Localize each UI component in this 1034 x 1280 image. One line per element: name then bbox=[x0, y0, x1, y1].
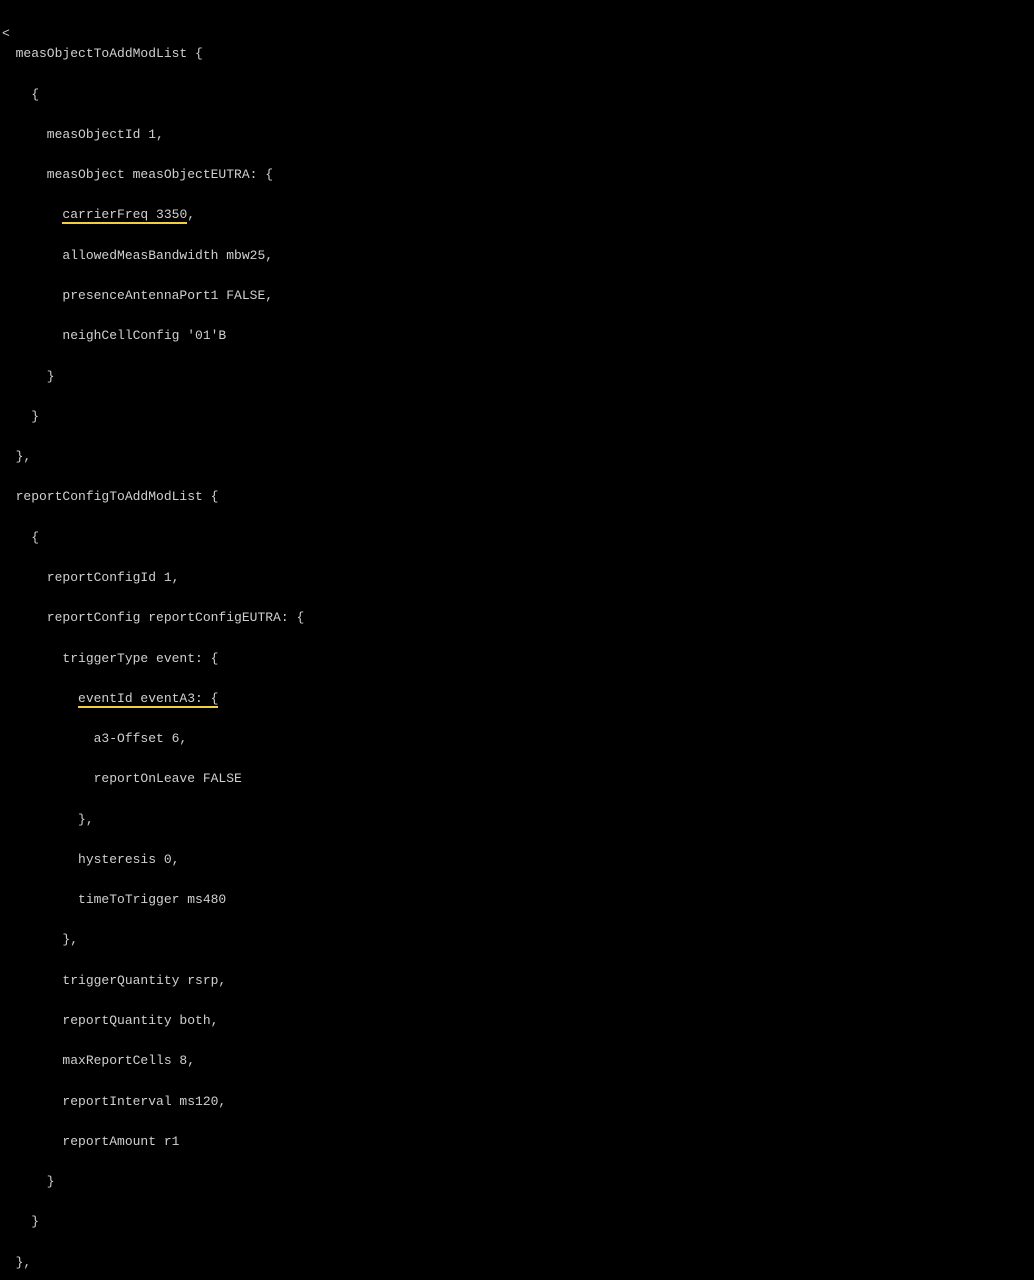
code-line: neighCellConfig '01'B bbox=[0, 326, 1034, 346]
code-line: } bbox=[0, 367, 1034, 387]
indent bbox=[0, 207, 62, 222]
code-line: triggerType event: { bbox=[0, 649, 1034, 669]
code-block: < measObjectToAddModList { { measObjectI… bbox=[0, 0, 1034, 1280]
code-line: presenceAntennaPort1 FALSE, bbox=[0, 286, 1034, 306]
code-line: measObjectId 1, bbox=[0, 125, 1034, 145]
code-line: { bbox=[0, 85, 1034, 105]
code-line: reportConfigToAddModList { bbox=[0, 487, 1034, 507]
code-line: reportQuantity both, bbox=[0, 1011, 1034, 1031]
code-line: measObject measObjectEUTRA: { bbox=[0, 165, 1034, 185]
code-line: reportOnLeave FALSE bbox=[0, 769, 1034, 789]
code-line: reportInterval ms120, bbox=[0, 1092, 1034, 1112]
code-line: triggerQuantity rsrp, bbox=[0, 971, 1034, 991]
code-line: hysteresis 0, bbox=[0, 850, 1034, 870]
indent bbox=[0, 691, 78, 706]
code-line: }, bbox=[0, 1253, 1034, 1273]
code-line: timeToTrigger ms480 bbox=[0, 890, 1034, 910]
marker: < bbox=[0, 26, 10, 41]
code-line: }, bbox=[0, 447, 1034, 467]
code-line: measObjectToAddModList { bbox=[0, 44, 1034, 64]
code-line: } bbox=[0, 1172, 1034, 1192]
code-line: } bbox=[0, 407, 1034, 427]
code-line: allowedMeasBandwidth mbw25, bbox=[0, 246, 1034, 266]
code-line: maxReportCells 8, bbox=[0, 1051, 1034, 1071]
code-line: a3-Offset 6, bbox=[0, 729, 1034, 749]
highlight-carrier-freq: carrierFreq 3350 bbox=[62, 207, 187, 224]
code-line: carrierFreq 3350, bbox=[0, 205, 1034, 225]
code-line: reportConfig reportConfigEUTRA: { bbox=[0, 608, 1034, 628]
code-line: eventId eventA3: { bbox=[0, 689, 1034, 709]
code-line: }, bbox=[0, 810, 1034, 830]
code-line: { bbox=[0, 528, 1034, 548]
code-line: } bbox=[0, 1212, 1034, 1232]
highlight-event-id: eventId eventA3: { bbox=[78, 691, 218, 708]
code-line: reportConfigId 1, bbox=[0, 568, 1034, 588]
code-line: }, bbox=[0, 930, 1034, 950]
code-line: reportAmount r1 bbox=[0, 1132, 1034, 1152]
trailing: , bbox=[187, 207, 195, 222]
